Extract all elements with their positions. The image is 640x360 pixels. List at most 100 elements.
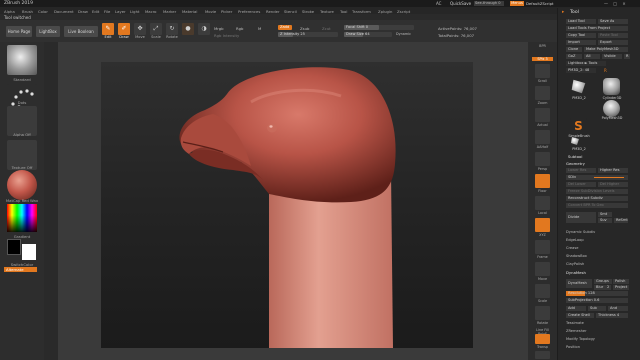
geometry-section[interactable]: Geometry: [566, 161, 585, 166]
blur-value[interactable]: 2: [606, 285, 611, 290]
clone-button[interactable]: Clone: [566, 47, 582, 52]
zsub-button[interactable]: Zsub: [300, 26, 309, 31]
zremesher-section[interactable]: ZRemesher: [566, 329, 587, 333]
ac-button[interactable]: AC: [436, 1, 441, 6]
create-shell-button[interactable]: Create Shell: [566, 313, 594, 318]
rgb-button[interactable]: Rgb: [236, 26, 243, 31]
sub-button[interactable]: Sub: [588, 306, 606, 311]
default-zscript-button[interactable]: DefaultZScript: [526, 1, 554, 6]
z-intensity-slider[interactable]: Z Intensity 25: [278, 32, 338, 37]
edgeloop-section[interactable]: EdgeLoop: [566, 238, 584, 242]
lightbox-button[interactable]: LightBox: [36, 26, 60, 37]
crease-section[interactable]: Crease: [566, 246, 578, 250]
dynamic-button[interactable]: Dynamic: [396, 32, 411, 36]
focal-shift-slider[interactable]: Focal Shift 0: [344, 25, 414, 30]
menu-picker[interactable]: Picker: [221, 9, 232, 14]
xyz-icon[interactable]: [535, 218, 550, 232]
edit-mode-icon[interactable]: ✎: [102, 23, 114, 35]
visible-button[interactable]: Visible: [602, 54, 622, 59]
scroll-icon[interactable]: [535, 64, 550, 78]
material-sphere-icon[interactable]: ●: [182, 23, 194, 35]
transp-icon[interactable]: [535, 334, 550, 344]
r-toggle-icon[interactable]: R: [604, 68, 607, 73]
dynamesh-section[interactable]: DynaMesh: [566, 270, 586, 275]
project-toggle[interactable]: Project: [613, 285, 629, 290]
modify-topology-section[interactable]: Modify Topology: [566, 337, 595, 341]
lower-res-button[interactable]: Lower Res: [566, 168, 596, 173]
menu-preferences[interactable]: Preferences: [238, 9, 260, 14]
see-through-slider[interactable]: See-through 0: [474, 1, 504, 6]
make-polymesh-button[interactable]: Make PolyMesh3D: [584, 47, 628, 52]
rotate-view-icon[interactable]: [535, 306, 550, 320]
menu-marker[interactable]: Marker: [163, 9, 176, 14]
subprojection-slider[interactable]: SubProjection 0.6: [566, 298, 628, 303]
tool-thumb-polymesh[interactable]: [603, 100, 620, 117]
tool-thumb-cylinder[interactable]: [603, 78, 620, 95]
floor-icon[interactable]: [535, 174, 550, 188]
frame-icon[interactable]: [535, 240, 550, 254]
menu-light[interactable]: Light: [130, 9, 139, 14]
live-boolean-button[interactable]: Live Boolean: [64, 26, 98, 37]
smt-toggle[interactable]: Smt: [598, 212, 612, 217]
position-section[interactable]: Position: [566, 345, 580, 349]
dynamic-subdiv-section[interactable]: Dynamic Subdiv: [566, 230, 595, 234]
menu-brush[interactable]: Brush: [22, 9, 33, 14]
del-lower-button[interactable]: Del Lower: [566, 182, 596, 187]
polish-toggle[interactable]: Polish: [613, 279, 629, 284]
menu-macro[interactable]: Macro: [145, 9, 157, 14]
menu-stroke[interactable]: Stroke: [302, 9, 314, 14]
and-button[interactable]: And: [608, 306, 628, 311]
aahalf-icon[interactable]: [535, 130, 550, 144]
r-button[interactable]: R: [624, 54, 630, 59]
rotate-mode-icon[interactable]: ↻: [166, 23, 178, 35]
rgb-intensity-slider[interactable]: Rgb Intensity: [214, 33, 239, 38]
resmt-toggle[interactable]: ReSmt: [614, 218, 628, 223]
groups-toggle[interactable]: Groups: [594, 279, 612, 284]
tool-thumb-pm3d[interactable]: [571, 79, 586, 94]
draw-size-slider[interactable]: Draw Size 64: [344, 32, 392, 37]
load-from-project-button[interactable]: Load Tools From Project: [566, 26, 628, 31]
dynamesh-button[interactable]: DynaMesh: [566, 279, 592, 288]
convert-bpr-button[interactable]: Convert BPR To Geo: [566, 203, 628, 208]
menu-zscript[interactable]: Zscript: [397, 9, 410, 14]
menu-stencil[interactable]: Stencil: [284, 9, 297, 14]
thickness-slider[interactable]: Thickness 4: [596, 313, 628, 318]
simplebrush-icon[interactable]: S: [570, 118, 587, 135]
zadd-button[interactable]: Zadd: [278, 25, 292, 30]
palette-collapse-icon[interactable]: ▸: [562, 10, 564, 15]
menu-document[interactable]: Document: [54, 9, 74, 14]
sdiv-slider[interactable]: SDiv: [566, 175, 628, 180]
export-button[interactable]: Export: [598, 40, 628, 45]
menu-layer[interactable]: Layer: [115, 9, 126, 14]
secondary-color-swatch[interactable]: [7, 239, 21, 255]
higher-res-button[interactable]: Higher Res: [598, 168, 628, 173]
menu-material[interactable]: Material: [182, 9, 197, 14]
divide-button[interactable]: Divide: [566, 212, 596, 223]
menu-render[interactable]: Render: [266, 9, 280, 14]
reconstruct-subdiv-button[interactable]: Reconstruct Subdiv: [566, 196, 628, 201]
actual-icon[interactable]: [535, 108, 550, 122]
menu-alpha[interactable]: Alpha: [4, 9, 15, 14]
local-icon[interactable]: [535, 196, 550, 210]
menu-color[interactable]: Color: [38, 9, 48, 14]
persp-icon[interactable]: [535, 152, 550, 166]
menu-file[interactable]: File: [104, 9, 110, 14]
scale-view-icon[interactable]: [535, 284, 550, 298]
solo-icon[interactable]: [535, 351, 550, 359]
window-controls[interactable]: — □ ×: [604, 1, 628, 6]
zoom-icon[interactable]: [535, 86, 550, 100]
brush-thumbnail[interactable]: [7, 45, 37, 75]
claypolish-section[interactable]: ClayPolish: [566, 262, 584, 266]
home-page-button[interactable]: Home Page: [6, 26, 32, 37]
add-button[interactable]: Add: [566, 306, 586, 311]
draw-mode-icon[interactable]: ✐: [118, 23, 130, 35]
document-canvas[interactable]: [101, 62, 473, 348]
menu-tool[interactable]: Tool: [340, 9, 347, 14]
paste-tool-button[interactable]: Paste Tool: [598, 33, 628, 38]
goz-button[interactable]: GoZ: [566, 54, 582, 59]
mrgb-button[interactable]: Mrgb: [214, 26, 224, 31]
spix-button[interactable]: SPix 3: [532, 57, 553, 61]
move-view-icon[interactable]: [535, 262, 550, 276]
lightbox-tools-button[interactable]: Lightbox ► Tools: [566, 61, 606, 66]
menu-draw[interactable]: Draw: [78, 9, 88, 14]
